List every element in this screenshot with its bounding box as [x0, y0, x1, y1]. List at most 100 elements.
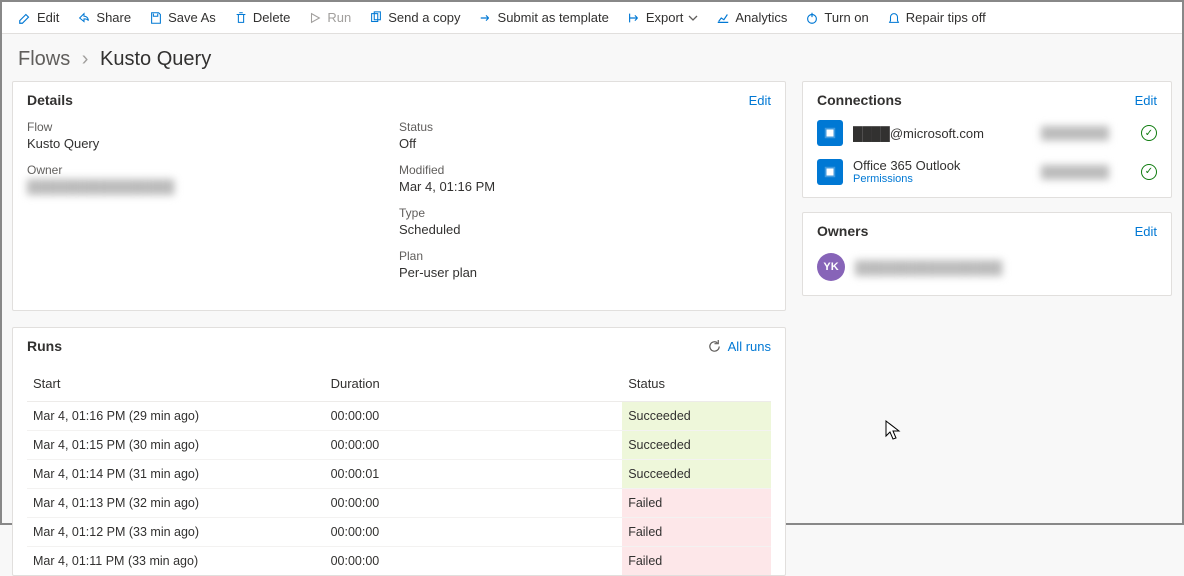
export-icon: [627, 11, 641, 25]
connections-title: Connections: [817, 92, 902, 108]
modified-label: Modified: [399, 163, 771, 177]
flow-label: Flow: [27, 120, 399, 134]
run-status: Failed: [622, 489, 771, 518]
run-duration: 00:00:00: [325, 431, 623, 460]
export-button[interactable]: Export: [619, 6, 707, 29]
share-label: Share: [96, 10, 131, 25]
connections-card: Connections Edit ████@microsoft.com █████…: [802, 81, 1172, 198]
table-row[interactable]: Mar 4, 01:14 PM (31 min ago)00:00:01Succ…: [27, 460, 771, 489]
submit-icon: [479, 11, 493, 25]
analytics-button[interactable]: Analytics: [708, 6, 795, 29]
submit-template-label: Submit as template: [498, 10, 609, 25]
bell-icon: [887, 11, 901, 25]
copy-icon: [369, 11, 383, 25]
connector-icon: [817, 159, 843, 185]
connection-account: ████████: [1041, 165, 1131, 179]
run-duration: 00:00:00: [325, 547, 623, 576]
all-runs-link[interactable]: All runs: [728, 339, 771, 354]
modified-value: Mar 4, 01:16 PM: [399, 179, 771, 194]
owner-value: ████████████████: [27, 179, 399, 194]
run-start: Mar 4, 01:15 PM (30 min ago): [27, 431, 325, 460]
connections-edit-link[interactable]: Edit: [1135, 93, 1157, 108]
details-title: Details: [27, 92, 73, 108]
turn-on-label: Turn on: [824, 10, 868, 25]
flow-value: Kusto Query: [27, 136, 399, 151]
run-start: Mar 4, 01:14 PM (31 min ago): [27, 460, 325, 489]
owners-title: Owners: [817, 223, 868, 239]
run-duration: 00:00:00: [325, 489, 623, 518]
table-row[interactable]: Mar 4, 01:13 PM (32 min ago)00:00:00Fail…: [27, 489, 771, 518]
breadcrumb-root[interactable]: Flows: [18, 48, 70, 70]
col-start[interactable]: Start: [27, 366, 325, 402]
type-value: Scheduled: [399, 222, 771, 237]
check-icon: ✓: [1141, 164, 1157, 180]
status-label: Status: [399, 120, 771, 134]
refresh-icon[interactable]: [707, 339, 722, 354]
permissions-link[interactable]: Permissions: [853, 173, 1031, 185]
trash-icon: [234, 11, 248, 25]
edit-button[interactable]: Edit: [10, 6, 67, 29]
submit-template-button[interactable]: Submit as template: [471, 6, 617, 29]
check-icon: ✓: [1141, 125, 1157, 141]
connection-name: Office 365 Outlook: [853, 158, 1031, 173]
table-row[interactable]: Mar 4, 01:16 PM (29 min ago)00:00:00Succ…: [27, 402, 771, 431]
run-status: Succeeded: [622, 402, 771, 431]
runs-title: Runs: [27, 338, 62, 354]
chevron-right-icon: ›: [82, 48, 89, 70]
run-button: Run: [300, 6, 359, 29]
connection-row[interactable]: ████@microsoft.com ████████ ✓: [803, 114, 1171, 152]
power-icon: [805, 11, 819, 25]
connector-icon: [817, 120, 843, 146]
connection-row[interactable]: Office 365 OutlookPermissions ████████ ✓: [803, 152, 1171, 191]
col-duration[interactable]: Duration: [325, 366, 623, 402]
col-status[interactable]: Status: [622, 366, 771, 402]
owner-label: Owner: [27, 163, 399, 177]
table-row[interactable]: Mar 4, 01:12 PM (33 min ago)00:00:00Fail…: [27, 518, 771, 547]
table-row[interactable]: Mar 4, 01:15 PM (30 min ago)00:00:00Succ…: [27, 431, 771, 460]
run-start: Mar 4, 01:16 PM (29 min ago): [27, 402, 325, 431]
owners-edit-link[interactable]: Edit: [1135, 224, 1157, 239]
repair-tips-label: Repair tips off: [906, 10, 986, 25]
delete-label: Delete: [253, 10, 291, 25]
runs-card: Runs All runs Start Duration Status Mar …: [12, 327, 786, 576]
save-as-button[interactable]: Save As: [141, 6, 224, 29]
run-label: Run: [327, 10, 351, 25]
connection-account: ████████: [1041, 126, 1131, 140]
run-status: Succeeded: [622, 431, 771, 460]
type-label: Type: [399, 206, 771, 220]
export-label: Export: [646, 10, 684, 25]
send-copy-label: Send a copy: [388, 10, 460, 25]
edit-label: Edit: [37, 10, 59, 25]
share-icon: [77, 11, 91, 25]
analytics-label: Analytics: [735, 10, 787, 25]
breadcrumb: Flows › Kusto Query: [2, 34, 1182, 81]
details-card: Details Edit Flow Kusto Query Owner ████…: [12, 81, 786, 311]
plan-label: Plan: [399, 249, 771, 263]
run-duration: 00:00:00: [325, 518, 623, 547]
chevron-down-icon: [688, 11, 698, 25]
connection-name: ████@microsoft.com: [853, 126, 1031, 141]
repair-tips-button[interactable]: Repair tips off: [879, 6, 994, 29]
owner-name: ████████████████: [855, 260, 1002, 275]
share-button[interactable]: Share: [69, 6, 139, 29]
save-as-label: Save As: [168, 10, 216, 25]
send-copy-button[interactable]: Send a copy: [361, 6, 468, 29]
delete-button[interactable]: Delete: [226, 6, 299, 29]
run-duration: 00:00:01: [325, 460, 623, 489]
table-row[interactable]: Mar 4, 01:11 PM (33 min ago)00:00:00Fail…: [27, 547, 771, 576]
run-status: Failed: [622, 547, 771, 576]
run-status: Failed: [622, 518, 771, 547]
plan-value: Per-user plan: [399, 265, 771, 280]
owner-avatar: YK: [817, 253, 845, 281]
play-icon: [308, 11, 322, 25]
details-edit-link[interactable]: Edit: [749, 93, 771, 108]
turn-on-button[interactable]: Turn on: [797, 6, 876, 29]
run-status: Succeeded: [622, 460, 771, 489]
pencil-icon: [18, 11, 32, 25]
command-bar: Edit Share Save As Delete Run Send a cop…: [2, 2, 1182, 34]
breadcrumb-current: Kusto Query: [100, 48, 211, 70]
status-value: Off: [399, 136, 771, 151]
run-start: Mar 4, 01:13 PM (32 min ago): [27, 489, 325, 518]
save-icon: [149, 11, 163, 25]
runs-table: Start Duration Status Mar 4, 01:16 PM (2…: [27, 366, 771, 575]
